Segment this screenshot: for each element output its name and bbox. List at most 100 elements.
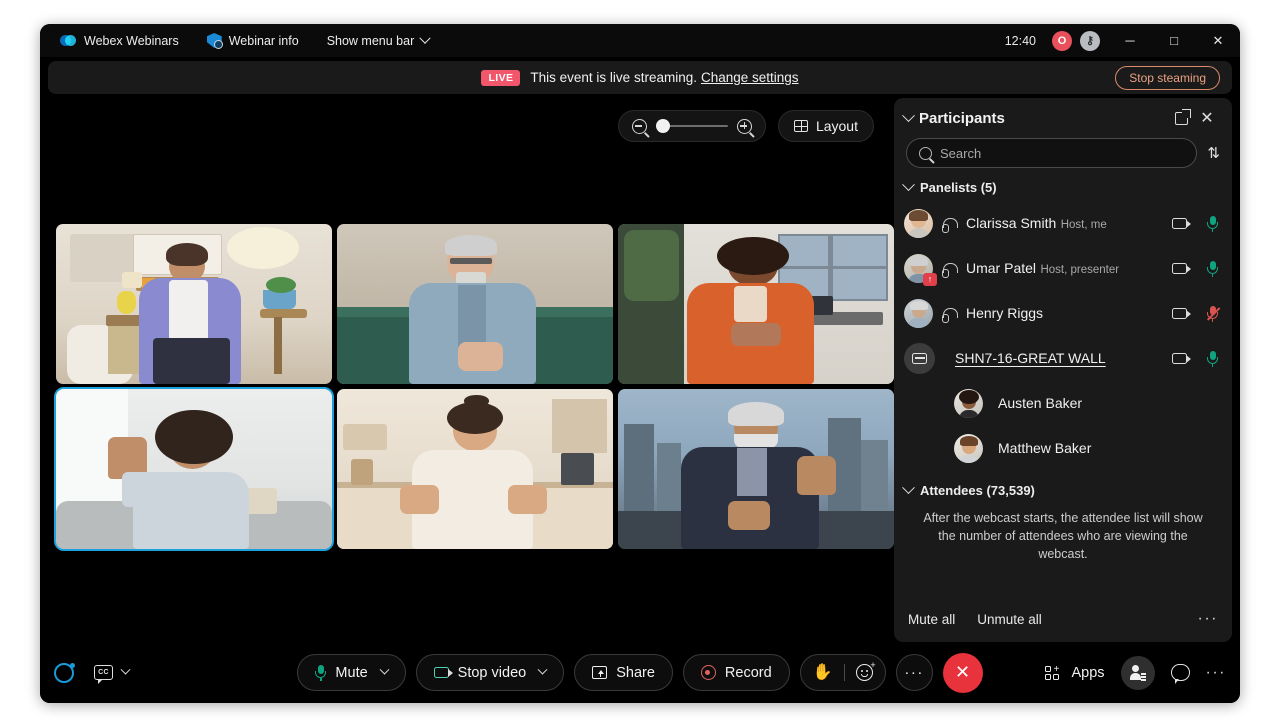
chat-button[interactable] [1171,664,1190,681]
attendees-collapse-icon [902,481,915,494]
meeting-control-bar: CC Mute Stop video Share Record [40,642,1240,703]
webinar-info-label: Webinar info [229,34,299,48]
title-bar: Webex Webinars Webinar info Show menu ba… [40,24,1240,57]
video-tile[interactable] [337,389,613,549]
camera-icon[interactable] [1172,218,1187,229]
webinar-info-button[interactable]: Webinar info [199,29,307,53]
camera-icon [434,667,449,678]
webex-assistant-icon[interactable] [54,663,74,683]
participant-name: Austen Baker [998,395,1082,411]
avatar: ↑ [904,254,933,283]
microphone-icon[interactable] [1207,216,1218,232]
control-bar-more-button[interactable]: ··· [1206,664,1226,682]
video-tile[interactable] [618,389,894,549]
close-button[interactable]: ✕ [1196,24,1240,57]
presenter-badge-icon: ↑ [923,273,937,286]
zoom-out-icon[interactable] [632,119,647,134]
chevron-down-icon[interactable] [538,665,548,675]
collapse-chevron-icon[interactable] [902,109,915,122]
raise-hand-icon[interactable]: ✋ [813,665,833,681]
participant-icons [1172,216,1218,232]
panelists-section-header[interactable]: Panelists (5) [894,178,1232,201]
layout-button[interactable]: Layout [778,110,874,142]
panel-close-button[interactable]: ✕ [1194,105,1220,131]
record-label: Record [725,665,772,681]
divider [844,664,845,681]
change-settings-link[interactable]: Change settings [701,70,799,85]
participants-panel-footer: Mute all Unmute all ··· [894,596,1232,642]
participant-name: Clarissa Smith [966,215,1056,231]
participant-icons [1172,351,1218,367]
zoom-in-icon[interactable] [737,119,752,134]
live-banner-message: This event is live streaming. [530,70,697,85]
share-label: Share [616,665,655,681]
closed-captions-button[interactable]: CC [94,665,129,680]
leave-meeting-button[interactable]: ✕ [943,653,983,693]
app-title-item[interactable]: Webex Webinars [52,29,187,53]
microphone-icon[interactable] [1207,261,1218,277]
participant-row[interactable]: Henry Riggs [894,291,1232,336]
unmute-all-button[interactable]: Unmute all [977,612,1042,627]
sort-button[interactable]: ⇅ [1207,144,1220,162]
participant-name: Matthew Baker [998,440,1091,456]
avatar [954,434,983,463]
microphone-icon[interactable] [1207,351,1218,367]
reactions-icon[interactable]: + [856,664,873,681]
webex-app-window: Webex Webinars Webinar info Show menu ba… [40,24,1240,703]
participant-name-block: Henry Riggs [966,305,1163,323]
search-input[interactable] [940,146,1184,161]
chevron-down-icon[interactable] [121,665,131,675]
stop-video-label: Stop video [458,665,527,681]
participant-name-block: Austen Baker [998,395,1218,413]
control-bar-left: CC [54,663,297,683]
participant-row-nested[interactable]: Austen Baker [894,381,1232,426]
attendees-header-label: Attendees (73,539) [920,483,1035,498]
share-screen-icon [592,666,607,679]
participant-icons [1172,306,1218,322]
participant-row[interactable]: ↑ Umar Patel Host, presenter [894,246,1232,291]
search-icon [919,147,932,160]
headset-icon [942,217,957,231]
participant-name: SHN7-16-GREAT WALL [955,350,1106,366]
share-button[interactable]: Share [574,654,673,691]
attendees-note: After the webcast starts, the attendee l… [894,504,1232,563]
attendees-section-header[interactable]: Attendees (73,539) [894,481,1232,504]
app-title-label: Webex Webinars [84,34,179,48]
zoom-control[interactable] [618,110,766,142]
video-tile[interactable] [618,224,894,384]
participant-row[interactable]: Clarissa Smith Host, me [894,201,1232,246]
camera-icon[interactable] [1172,263,1187,274]
video-grid [56,224,894,549]
mute-all-button[interactable]: Mute all [908,612,955,627]
show-menu-bar-button[interactable]: Show menu bar [319,29,438,53]
participants-panel-button[interactable] [1121,656,1155,690]
stop-streaming-button[interactable]: Stop steaming [1115,66,1220,90]
minimize-button[interactable]: ─ [1108,24,1152,57]
apps-button[interactable]: + Apps [1045,665,1104,681]
maximize-button[interactable]: □ [1152,24,1196,57]
zoom-slider-knob[interactable] [656,119,670,133]
search-box[interactable] [906,138,1197,168]
clock-label: 12:40 [1005,34,1036,48]
stop-video-button[interactable]: Stop video [416,654,565,691]
video-tile[interactable] [56,224,332,384]
video-tile-active-speaker[interactable] [56,389,332,549]
record-button[interactable]: Record [683,654,790,691]
zoom-slider[interactable] [656,118,728,134]
participant-row-nested[interactable]: Matthew Baker [894,426,1232,471]
participant-name-block: Umar Patel Host, presenter [966,260,1163,278]
camera-icon[interactable] [1172,308,1187,319]
microphone-muted-icon[interactable] [1207,306,1218,322]
mute-button[interactable]: Mute [297,654,405,691]
camera-icon[interactable] [1172,353,1187,364]
panel-more-options-button[interactable]: ··· [1198,610,1218,628]
more-options-button[interactable]: ··· [896,654,933,691]
video-tile[interactable] [337,224,613,384]
key-indicator-icon[interactable]: ⚷ [1080,31,1100,51]
chevron-down-icon[interactable] [379,665,389,675]
recording-indicator-icon[interactable]: O [1052,31,1072,51]
participants-list: Clarissa Smith Host, me [894,201,1232,596]
popout-button[interactable] [1168,105,1194,131]
panelists-collapse-icon [902,178,915,191]
participant-row-device[interactable]: SHN7-16-GREAT WALL [894,336,1232,381]
